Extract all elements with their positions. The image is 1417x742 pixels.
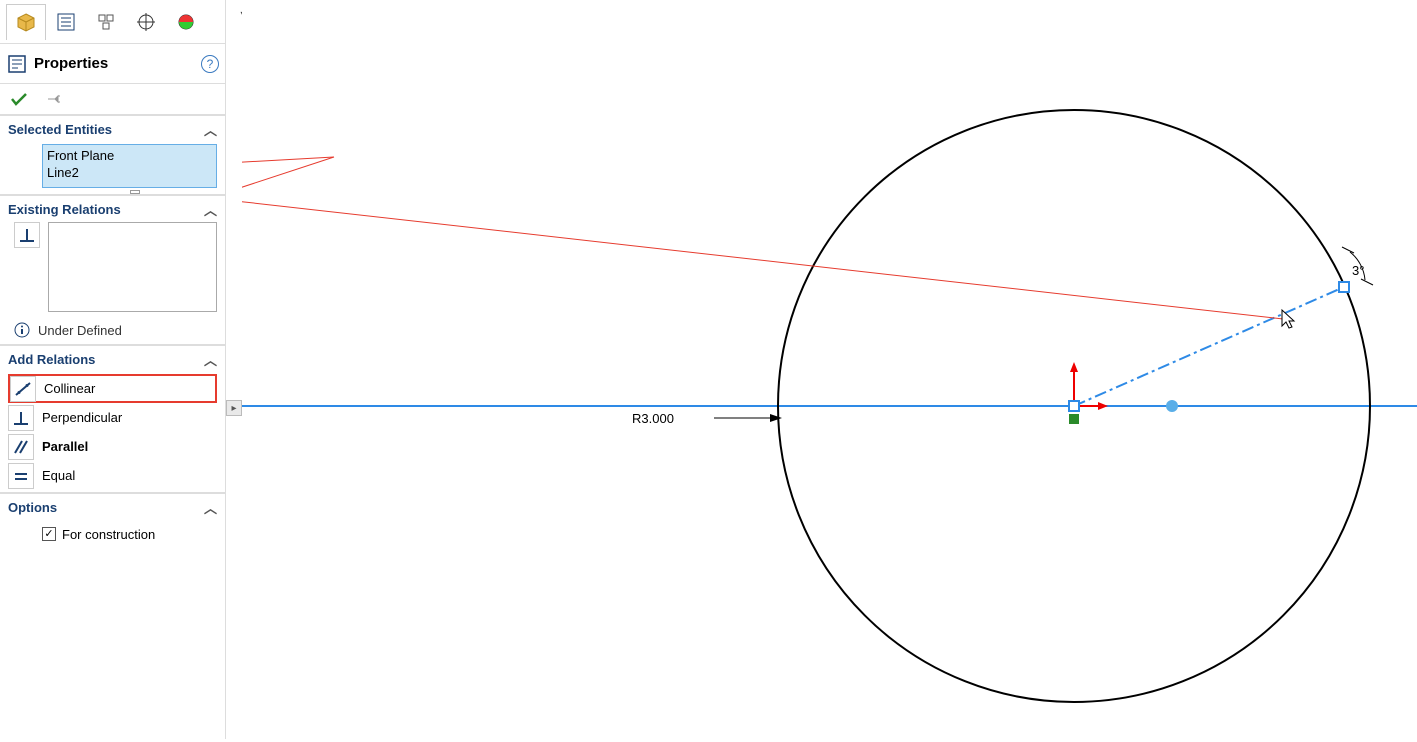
appearance-icon [177,13,195,31]
cube-icon [16,12,36,32]
existing-relations-list[interactable] [48,222,217,312]
relation-equal[interactable]: Equal [8,461,217,490]
list-item[interactable]: Line2 [47,164,212,181]
angle-dimension[interactable]: 3° [1352,263,1364,278]
panel-title: Properties [34,55,201,72]
section-selected-entities: Selected Entities ︿ Front Plane Line2 [0,114,225,188]
chevron-up-icon: ︿ [204,200,217,219]
selected-entities-list[interactable]: Front Plane Line2 [42,144,217,188]
tab-feature-manager[interactable] [6,4,46,40]
section-title: Add Relations [8,352,95,367]
tab-dimxpert-manager[interactable] [126,4,166,40]
ok-button[interactable] [10,92,28,106]
graphics-area[interactable]: R3.000 3° [242,0,1417,739]
section-title: Existing Relations [8,202,121,217]
for-construction-checkbox[interactable]: ✓ [42,527,56,541]
tab-configuration-manager[interactable] [86,4,126,40]
panel-tab-row [0,0,225,44]
relation-parallel[interactable]: Parallel [8,432,217,461]
section-header[interactable]: Selected Entities ︿ [0,116,225,142]
chevron-up-icon: ︿ [204,498,217,517]
section-title: Selected Entities [8,122,112,137]
section-title: Options [8,500,57,515]
sketch-endpoint[interactable] [1339,282,1349,292]
help-button[interactable]: ? [201,55,219,73]
arrowhead-icon [770,414,782,422]
status-text: Under Defined [38,323,122,338]
info-icon [14,322,30,338]
relation-label: Perpendicular [42,410,122,425]
pin-button[interactable] [46,91,62,107]
sketch-point[interactable] [1069,401,1079,411]
config-icon [97,13,115,31]
panel-action-row [0,84,225,114]
section-header[interactable]: Add Relations ︿ [0,346,225,372]
chevron-up-icon: ︿ [204,120,217,139]
sketch-status: Under Defined [0,316,225,344]
section-header[interactable]: Existing Relations ︿ [0,196,225,222]
relation-perpendicular[interactable]: Perpendicular [8,403,217,432]
relation-label: Equal [42,468,75,483]
radius-dimension[interactable]: R3.000 [632,411,674,426]
relation-label: Parallel [42,439,88,454]
relation-collinear[interactable]: Collinear [8,374,217,403]
panel-header: Properties ? [0,44,225,84]
tab-property-manager[interactable] [46,4,86,40]
coincident-relation-icon[interactable] [1069,414,1079,424]
crosshair-icon [136,12,156,32]
perpendicular-icon [8,405,34,431]
properties-icon [6,53,28,75]
equal-icon [8,463,34,489]
annotation-line [242,198,1292,320]
splitter-handle[interactable]: ▸ [226,400,242,416]
resize-handle[interactable] [130,190,140,194]
perpendicular-icon [14,222,40,248]
section-header[interactable]: Options ︿ [0,494,225,520]
relation-label: Collinear [44,381,95,396]
property-panel: Properties ? Selected Entities ︿ Front P… [0,0,226,739]
collinear-icon [10,376,36,402]
triad-y-arrow [1070,362,1078,372]
annotation-line [242,157,334,164]
chevron-up-icon: ︿ [204,350,217,369]
for-construction-label: For construction [62,527,155,542]
drag-handle[interactable] [1166,400,1178,412]
triad-x-arrow [1098,402,1108,410]
parallel-icon [8,434,34,460]
section-options: Options ︿ ✓ For construction [0,492,225,548]
section-existing-relations: Existing Relations ︿ Under Defined [0,194,225,344]
tab-display-manager[interactable] [166,4,206,40]
list-icon [57,13,75,31]
sketch-canvas[interactable]: R3.000 3° [242,0,1417,739]
construction-line[interactable] [1074,287,1344,406]
section-add-relations: Add Relations ︿ Collinear Perpendicular Pa… [0,344,225,492]
annotation-line [242,157,334,198]
list-item[interactable]: Front Plane [47,147,212,164]
